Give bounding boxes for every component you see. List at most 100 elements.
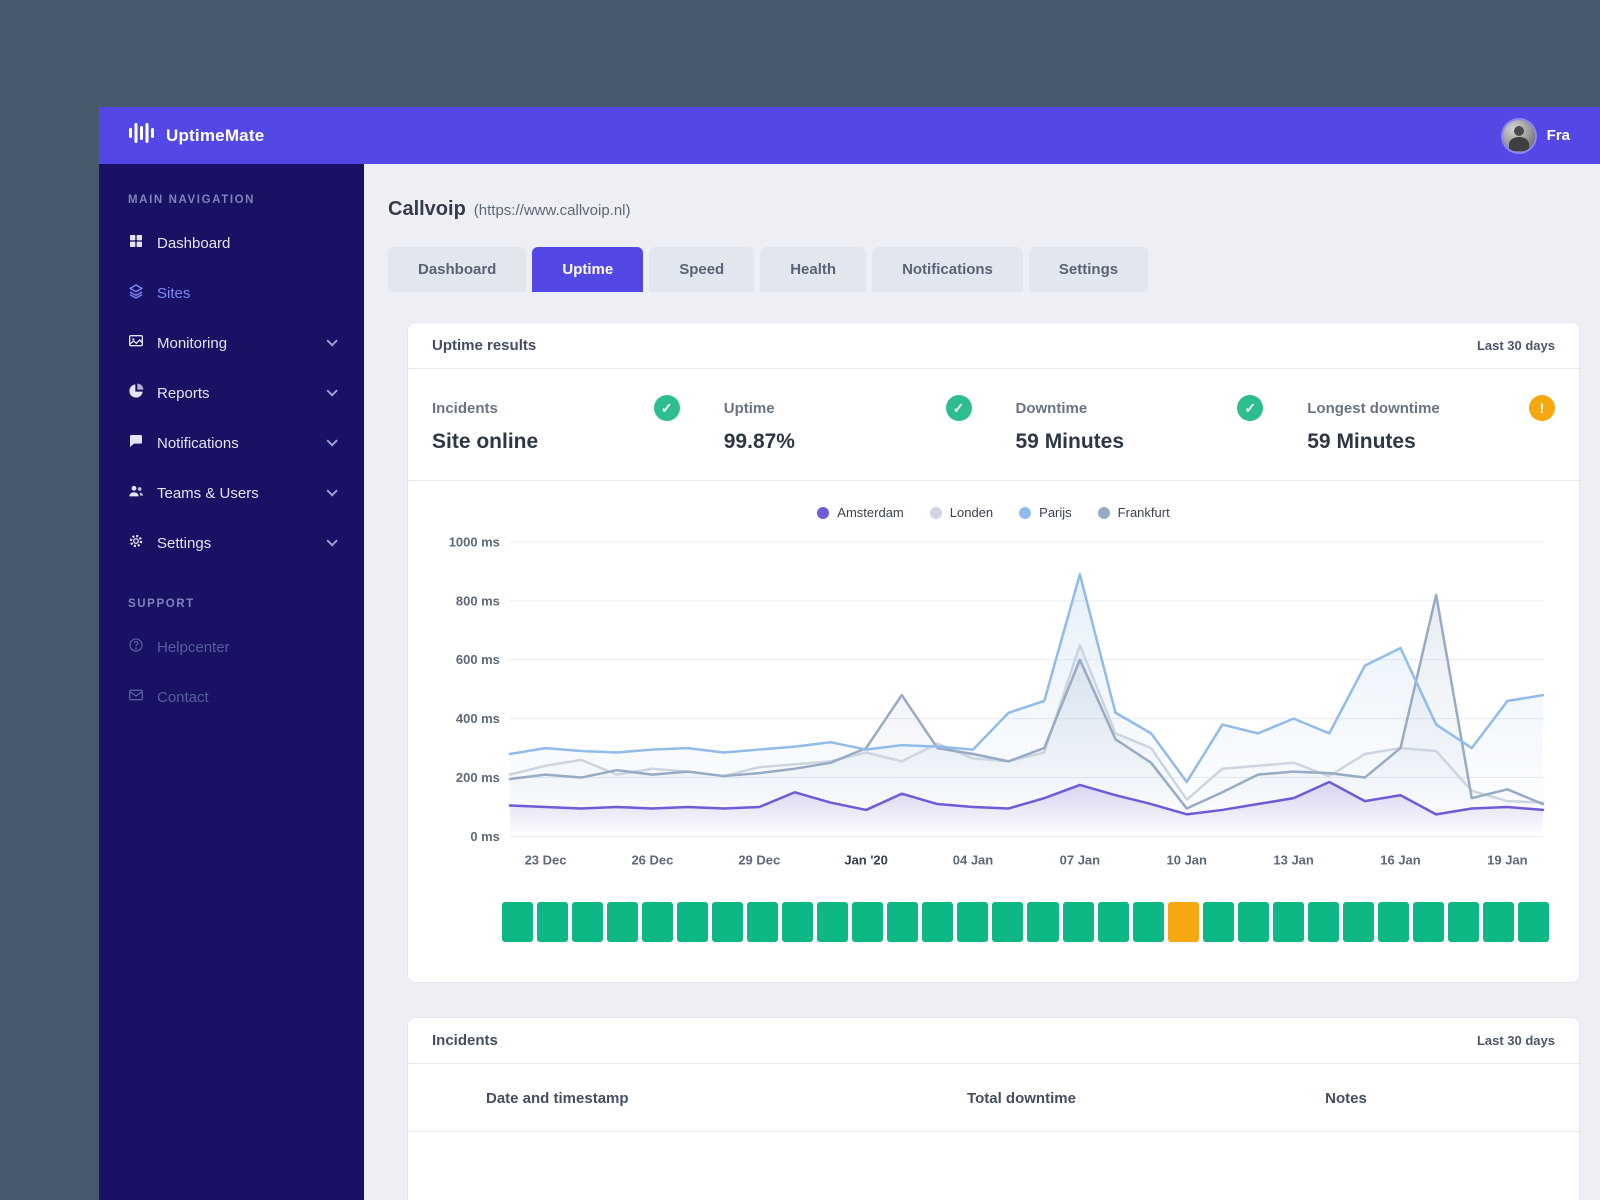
card-period: Last 30 days <box>1476 1033 1555 1049</box>
availability-block-warn[interactable] <box>1167 902 1199 943</box>
availability-block-up[interactable] <box>642 902 674 943</box>
sidebar-item-dashboard[interactable]: Dashboard <box>99 218 364 268</box>
availability-block-up[interactable] <box>712 902 744 943</box>
stat-value: Site online <box>432 430 539 453</box>
svg-text:Jan '20: Jan '20 <box>844 852 887 867</box>
legend-label: Parijs <box>1039 505 1072 520</box>
svg-text:19 Jan: 19 Jan <box>1487 852 1527 867</box>
availability-block-up[interactable] <box>782 902 814 943</box>
tab-health[interactable]: Health <box>760 247 867 292</box>
stat: Longest downtime 59 Minutes <box>1307 395 1555 454</box>
tab-uptime[interactable]: Uptime <box>532 247 644 292</box>
availability-block-up[interactable] <box>817 902 849 943</box>
chart-section: Amsterdam Londen Parijs Frankfurt 0 ms 2… <box>408 481 1579 876</box>
sidebar-item-sites[interactable]: Sites <box>99 268 364 318</box>
availability-block-up[interactable] <box>607 902 639 943</box>
user-menu[interactable]: Fra <box>1502 119 1570 152</box>
grid-icon <box>128 233 144 253</box>
legend-dot <box>817 506 830 519</box>
availability-block-up[interactable] <box>1342 902 1374 943</box>
availability-block-up[interactable] <box>1412 902 1444 943</box>
users-icon <box>128 483 144 503</box>
stats-row: Incidents Site online Uptime 99.87% <box>408 369 1579 481</box>
availability-block-up[interactable] <box>1132 902 1164 943</box>
chevron-down-icon <box>326 335 338 347</box>
availability-block-up[interactable] <box>922 902 954 943</box>
response-time-chart: 0 ms 200 ms 400 ms 600 ms 800 ms 1000 ms 23 De… <box>449 534 1545 867</box>
availability-block-up[interactable] <box>1237 902 1269 943</box>
legend-item-frankfurt[interactable]: Frankfurt <box>1097 505 1170 520</box>
availability-block-up[interactable] <box>1307 902 1339 943</box>
sidebar-item-label: Dashboard <box>157 234 231 252</box>
status-icon <box>1237 395 1264 421</box>
sidebar-item-monitoring[interactable]: Monitoring <box>99 318 364 368</box>
stat-label: Uptime <box>723 399 775 417</box>
tab-notifications[interactable]: Notifications <box>872 247 1023 292</box>
legend-item-parijs[interactable]: Parijs <box>1019 505 1072 520</box>
availability-block-up[interactable] <box>852 902 884 943</box>
availability-block-up[interactable] <box>572 902 604 943</box>
legend-dot <box>929 506 942 519</box>
availability-block-up[interactable] <box>502 902 534 943</box>
incidents-card: Incidents Last 30 days Date and timestam… <box>407 1017 1580 1200</box>
sidebar-item-teams-users[interactable]: Teams & Users <box>99 468 364 518</box>
svg-text:04 Jan: 04 Jan <box>953 852 993 867</box>
sidebar-item-settings[interactable]: Settings <box>99 518 364 568</box>
legend-label: Londen <box>949 505 994 520</box>
availability-block-up[interactable] <box>887 902 919 943</box>
app-window: UptimeMate Fra MAIN NAVIGATION Dashboard <box>99 107 1600 1200</box>
mail-icon <box>128 687 144 707</box>
stat-value: 59 Minutes <box>1015 430 1125 453</box>
svg-text:600 ms: 600 ms <box>456 652 500 667</box>
availability-block-up[interactable] <box>1517 902 1549 943</box>
svg-text:0 ms: 0 ms <box>470 829 500 844</box>
site-name: Callvoip <box>388 198 466 220</box>
sidebar-item-label: Notifications <box>157 434 239 452</box>
chevron-down-icon <box>326 385 338 397</box>
availability-blocks <box>502 902 1549 943</box>
stat-label: Incidents <box>432 399 498 417</box>
tab-speed[interactable]: Speed <box>649 247 755 292</box>
incidents-table-header: Date and timestamp Total downtime Notes <box>408 1064 1579 1133</box>
svg-text:10 Jan: 10 Jan <box>1167 852 1207 867</box>
tab-settings[interactable]: Settings <box>1028 247 1149 292</box>
stat-label: Downtime <box>1015 399 1088 417</box>
availability-block-up[interactable] <box>747 902 779 943</box>
availability-block-up[interactable] <box>1447 902 1479 943</box>
availability-block-up[interactable] <box>1272 902 1304 943</box>
availability-block-up[interactable] <box>1027 902 1059 943</box>
availability-block-up[interactable] <box>677 902 709 943</box>
user-avatar[interactable] <box>1502 119 1535 152</box>
availability-block-up[interactable] <box>1202 902 1234 943</box>
availability-block-up[interactable] <box>957 902 989 943</box>
sidebar-item-label: Reports <box>157 384 210 402</box>
legend-label: Amsterdam <box>837 505 904 520</box>
sidebar-item-helpcenter[interactable]: Helpcenter <box>99 622 364 672</box>
legend-dot <box>1019 506 1032 519</box>
tab-bar: Dashboard Uptime Speed Health Notificati… <box>388 247 1580 292</box>
availability-block-up[interactable] <box>1097 902 1129 943</box>
layers-icon <box>128 283 144 303</box>
sidebar-item-contact[interactable]: Contact <box>99 672 364 722</box>
sidebar-section-support: SUPPORT <box>128 598 195 610</box>
pie-icon <box>128 383 144 403</box>
availability-block-up[interactable] <box>1482 902 1514 943</box>
availability-block-up[interactable] <box>537 902 569 943</box>
uptime-results-card: Uptime results Last 30 days Incidents Si… <box>407 322 1580 984</box>
sidebar-item-notifications[interactable]: Notifications <box>99 418 364 468</box>
column-header-notes: Notes <box>1325 1090 1367 1108</box>
card-title: Incidents <box>432 1032 498 1050</box>
tab-dashboard[interactable]: Dashboard <box>388 247 527 292</box>
availability-block-up[interactable] <box>1062 902 1094 943</box>
legend-item-londen[interactable]: Londen <box>929 505 994 520</box>
sidebar-item-label: Contact <box>157 688 209 706</box>
chevron-down-icon <box>326 485 338 497</box>
svg-text:1000 ms: 1000 ms <box>449 534 500 549</box>
sidebar-item-reports[interactable]: Reports <box>99 368 364 418</box>
availability-block-up[interactable] <box>1377 902 1409 943</box>
legend-item-amsterdam[interactable]: Amsterdam <box>817 505 904 520</box>
card-title: Uptime results <box>432 337 537 354</box>
user-name: Fra <box>1546 127 1570 144</box>
availability-block-up[interactable] <box>992 902 1024 943</box>
column-header-downtime: Total downtime <box>967 1090 1076 1108</box>
